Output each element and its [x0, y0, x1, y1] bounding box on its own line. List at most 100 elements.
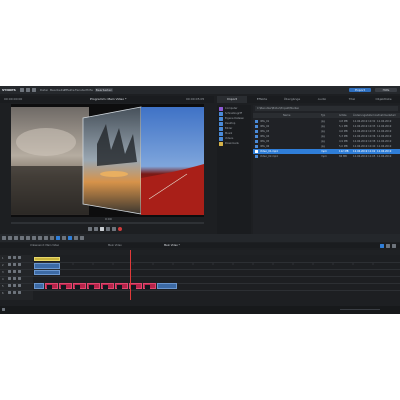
- zoom-icon[interactable]: [386, 243, 390, 248]
- redo-icon[interactable]: [8, 236, 12, 240]
- file-modified: 12.06.2019 10:33: [353, 125, 376, 128]
- timeline-ruler[interactable]: [32, 250, 400, 265]
- play-icon[interactable]: [100, 227, 104, 231]
- tab-titles[interactable]: Titel: [337, 96, 367, 103]
- skip-back-icon[interactable]: [88, 227, 92, 231]
- app-logo: SYNOPS: [2, 88, 16, 92]
- video-clip[interactable]: [157, 283, 177, 289]
- image-clip[interactable]: [87, 283, 100, 289]
- paste-icon[interactable]: [26, 236, 30, 240]
- column-taken[interactable]: Aufnahmedatum: [375, 114, 396, 117]
- timeline-tab-2[interactable]: Mein Video: [108, 244, 122, 247]
- video-clip[interactable]: [34, 283, 44, 289]
- eye-icon[interactable]: [13, 263, 16, 266]
- menu-item-effects[interactable]: Effekte: [64, 89, 75, 92]
- file-size: 4,6 MB: [339, 130, 348, 133]
- playhead[interactable]: [130, 250, 131, 300]
- eye-icon[interactable]: [13, 277, 16, 280]
- eye-icon[interactable]: [13, 291, 16, 294]
- tab-effects[interactable]: Effekte: [247, 96, 277, 103]
- preview-viewer[interactable]: [11, 104, 204, 217]
- view-toggle-icon[interactable]: [380, 243, 384, 248]
- tab-import[interactable]: Import: [217, 96, 247, 103]
- tab-audio[interactable]: Audio: [307, 96, 337, 103]
- mute-icon[interactable]: [18, 256, 21, 259]
- file-type: jpg: [321, 130, 325, 133]
- column-modified[interactable]: Änderungsdatum: [353, 114, 375, 117]
- workspace-selector[interactable]: Bearbeiten: [95, 88, 113, 92]
- audio-icon[interactable]: [74, 236, 78, 240]
- export-button[interactable]: Export: [349, 88, 371, 92]
- undo-icon[interactable]: [2, 236, 6, 240]
- path-bar[interactable]: C:\Benutzer\Bilder\Projekt\Medien: [255, 106, 398, 111]
- lock-icon[interactable]: [8, 270, 11, 273]
- image-clip[interactable]: [115, 283, 128, 289]
- tab-transitions[interactable]: Übergänge: [277, 96, 307, 103]
- file-row[interactable]: Video_02.mp4 mp4 86 MB 12.06.2019 11:05 …: [253, 154, 400, 159]
- column-name[interactable]: Name: [283, 114, 290, 117]
- eye-icon[interactable]: [13, 256, 16, 259]
- snap-icon[interactable]: [62, 236, 66, 240]
- split-icon[interactable]: [38, 236, 42, 240]
- zoom-slider[interactable]: [340, 309, 380, 310]
- tree-item-label: Desktop: [225, 122, 236, 125]
- lock-icon[interactable]: [8, 263, 11, 266]
- save-icon[interactable]: [32, 88, 36, 92]
- text-icon[interactable]: [80, 236, 84, 240]
- image-clip[interactable]: [143, 283, 156, 289]
- menu-item-window[interactable]: Fenster: [75, 89, 86, 92]
- menu-item-file[interactable]: Datei: [40, 89, 48, 92]
- file-list-header: Name Typ Größe Änderungsdatum Aufnahmeda…: [253, 113, 400, 118]
- settings-icon[interactable]: [392, 243, 396, 248]
- column-type[interactable]: Typ: [321, 114, 325, 117]
- new-file-icon[interactable]: [20, 88, 24, 92]
- video-clip[interactable]: [34, 270, 60, 275]
- image-clip[interactable]: [45, 283, 58, 289]
- transport-controls: [0, 226, 214, 233]
- image-clip[interactable]: [129, 283, 142, 289]
- image-clip[interactable]: [59, 283, 72, 289]
- image-file-icon: [255, 130, 258, 133]
- lock-icon[interactable]: [8, 256, 11, 259]
- mute-icon[interactable]: [18, 277, 21, 280]
- delete-icon[interactable]: [32, 236, 36, 240]
- help-button[interactable]: Hilfe: [375, 88, 397, 92]
- mode-icon[interactable]: [56, 236, 60, 240]
- mute-icon[interactable]: [18, 284, 21, 287]
- video-editor-window: SYNOPS Datei Bearbeiten Effekte Fenster …: [0, 86, 400, 314]
- column-size[interactable]: Größe: [339, 114, 347, 117]
- mute-icon[interactable]: [18, 263, 21, 266]
- skip-forward-icon[interactable]: [112, 227, 116, 231]
- cut-icon[interactable]: [14, 236, 18, 240]
- lock-icon[interactable]: [8, 284, 11, 287]
- copy-icon[interactable]: [20, 236, 24, 240]
- mute-icon[interactable]: [18, 270, 21, 273]
- insert-mode-icon[interactable]: [68, 236, 72, 240]
- record-icon[interactable]: [118, 227, 122, 231]
- open-folder-icon[interactable]: [26, 88, 30, 92]
- file-taken: 12.06.2019: [377, 150, 392, 153]
- folder-icon: [219, 141, 223, 146]
- lock-icon[interactable]: [8, 277, 11, 280]
- track-label: 3: [2, 271, 4, 274]
- video-clip[interactable]: [34, 263, 60, 269]
- menu-item-help[interactable]: Hilfe: [86, 89, 93, 92]
- monitor-scrubber[interactable]: [11, 222, 204, 224]
- file-taken: 12.06.2019: [377, 120, 392, 123]
- title-clip[interactable]: [34, 257, 60, 261]
- tree-item[interactable]: Downloads: [218, 141, 251, 146]
- eye-icon[interactable]: [13, 284, 16, 287]
- step-forward-icon[interactable]: [106, 227, 110, 231]
- file-name: IMG_04: [260, 135, 270, 138]
- trim-icon[interactable]: [44, 236, 48, 240]
- step-back-icon[interactable]: [94, 227, 98, 231]
- mute-icon[interactable]: [18, 291, 21, 294]
- image-clip[interactable]: [101, 283, 114, 289]
- image-clip[interactable]: [73, 283, 86, 289]
- eye-icon[interactable]: [13, 270, 16, 273]
- tab-object-list[interactable]: Objektliste: [367, 96, 400, 103]
- timeline-tab-3[interactable]: Mein Video *: [164, 244, 180, 247]
- timeline-tab-1[interactable]: Unbenannt: Mein Video: [30, 244, 59, 247]
- lock-icon[interactable]: [8, 291, 11, 294]
- marker-icon[interactable]: [50, 236, 54, 240]
